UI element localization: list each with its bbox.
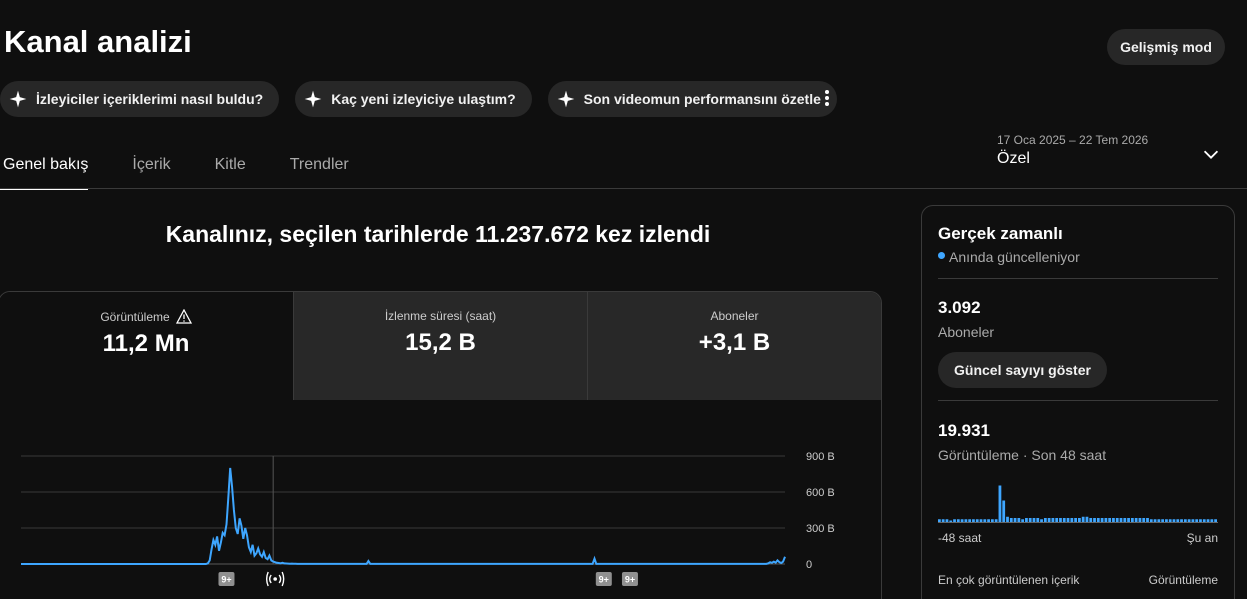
live-dot-icon: [938, 251, 945, 259]
realtime-panel: Gerçek zamanlı Anında güncelleniyor 3.09…: [921, 205, 1235, 599]
divider: [938, 400, 1218, 401]
suggestion-chips: İzleyiciler içeriklerimi nasıl buldu? Ka…: [0, 81, 837, 117]
chip-label: Son videomun performansını özetle: [583, 91, 821, 107]
top-content-label: En çok görüntülenen içerik: [938, 573, 1080, 587]
suggestion-chip-new-viewers[interactable]: Kaç yeni izleyiciye ulaştım?: [295, 81, 532, 117]
realtime-view-count: 19.931: [938, 421, 990, 440]
metric-subscribers[interactable]: Aboneler +3,1 B: [587, 292, 881, 400]
realtime-live-text: Anında güncelleniyor: [949, 249, 1080, 265]
metric-watch-time-value: 15,2 B: [405, 329, 476, 356]
svg-text:9+: 9+: [221, 575, 231, 585]
realtime-views-label: Görüntüleme · Son 48 saat: [938, 447, 1107, 463]
svg-text:9+: 9+: [625, 575, 635, 585]
views-line-chart[interactable]: 900 B 600 B 300 B 0 9+ 9+ 9+: [0, 440, 882, 599]
tab-content[interactable]: İçerik: [132, 148, 170, 190]
realtime-axis-end: Şu an: [1186, 531, 1218, 545]
y-tick-label: 900 B: [806, 451, 835, 463]
metric-views-label: Görüntüleme: [100, 309, 170, 324]
realtime-live-status: Anında güncelleniyor: [938, 249, 1218, 265]
realtime-axis-start: -48 saat: [938, 531, 982, 545]
advanced-mode-button[interactable]: Gelişmiş mod: [1107, 29, 1225, 65]
realtime-bar: [998, 485, 1002, 523]
suggestion-chip-discovery[interactable]: İzleyiciler içeriklerimi nasıl buldu?: [0, 81, 280, 117]
views-headline: Kanalınız, seçilen tarihlerde 11.237.672…: [165, 221, 711, 247]
tab-trends[interactable]: Trendler: [290, 148, 349, 190]
realtime-subscriber-count: 3.092: [938, 298, 981, 317]
sparkle-icon: [557, 90, 574, 108]
metric-subscribers-value: +3,1 B: [698, 329, 771, 356]
overview-card: Görüntüleme 11,2 Mn İzlenme süresi (saat…: [0, 291, 882, 599]
metric-label: İzlenme süresi (saat): [384, 309, 497, 323]
metric-views[interactable]: Görüntüleme 11,2 Mn: [0, 292, 293, 400]
divider: [938, 278, 1218, 279]
tab-overview[interactable]: Genel bakış: [0, 148, 89, 190]
metric-label: Aboneler: [710, 309, 759, 323]
tab-audience[interactable]: Kitle: [215, 148, 246, 190]
page-title: Kanal analizi: [4, 24, 192, 59]
tab-divider: [0, 188, 1247, 189]
realtime-bar-chart[interactable]: [938, 483, 1218, 523]
warning-icon: [175, 309, 192, 324]
event-badge[interactable]: 9+: [621, 572, 638, 586]
show-current-count-button[interactable]: Güncel sayıyı göster: [938, 352, 1107, 388]
sparkle-icon: [9, 90, 27, 108]
metric-watch-time[interactable]: İzlenme süresi (saat) 15,2 B: [293, 292, 587, 400]
event-badge[interactable]: 9+: [595, 572, 612, 586]
metric-views-value: 11,2 Mn: [102, 330, 190, 357]
date-range-label: Özel: [997, 150, 1030, 167]
y-tick-label: 300 B: [806, 523, 835, 535]
date-range-selector[interactable]: 17 Oca 2025 – 22 Tem 2026 Özel: [997, 133, 1148, 168]
realtime-bar: [1002, 500, 1006, 523]
realtime-title: Gerçek zamanlı: [938, 224, 1063, 243]
y-tick-label: 0: [806, 559, 812, 571]
page: Kanal analizi Gelişmiş mod İzleyiciler i…: [0, 0, 1247, 599]
y-tick-label: 600 B: [806, 487, 835, 499]
suggestion-chip-summary[interactable]: Son videomun performansını özetle: [547, 81, 837, 117]
live-broadcast-icon[interactable]: [265, 571, 285, 587]
sparkle-icon: [304, 90, 322, 108]
more-vert-icon: [825, 90, 829, 106]
chip-label: İzleyiciler içeriklerimi nasıl buldu?: [36, 91, 264, 107]
realtime-subscriber-label: Aboneler: [938, 324, 995, 340]
views-column-label: Görüntüleme: [1148, 573, 1218, 587]
top-content-header: En çok görüntülenen içerik Görüntüleme: [938, 573, 1218, 587]
metric-label: Görüntüleme: [0, 309, 293, 324]
realtime-axis: -48 saat Şu an: [938, 531, 1218, 545]
date-range-text: 17 Oca 2025 – 22 Tem 2026: [997, 133, 1149, 147]
more-options-button[interactable]: [815, 86, 839, 110]
event-badge[interactable]: 9+: [218, 572, 235, 586]
series-line: [21, 467, 786, 565]
chip-label: Kaç yeni izleyiciye ulaştım?: [331, 91, 516, 107]
chevron-down-icon[interactable]: [1200, 143, 1222, 165]
svg-text:9+: 9+: [599, 575, 609, 585]
metric-tabs: Görüntüleme 11,2 Mn İzlenme süresi (saat…: [0, 292, 881, 400]
tab-bar: Genel bakış İçerik Kitle Trendler: [0, 148, 393, 190]
